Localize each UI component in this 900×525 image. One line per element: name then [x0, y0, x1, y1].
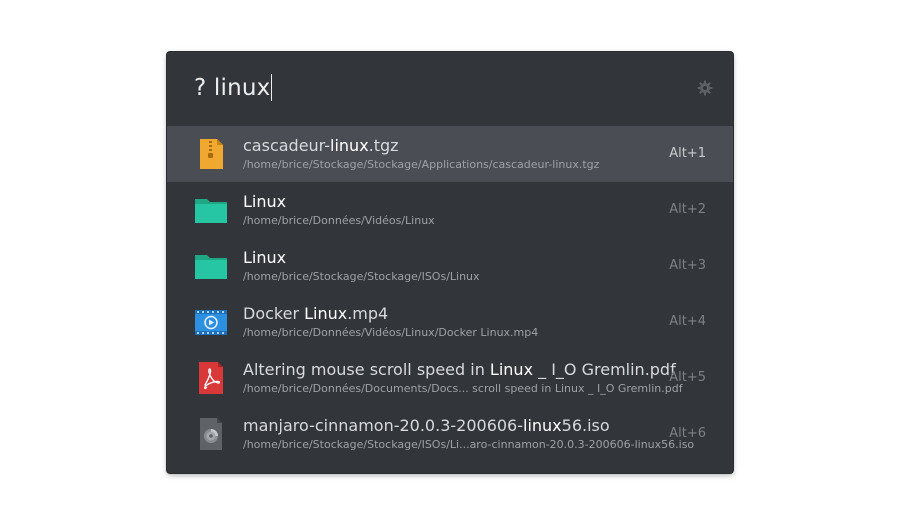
- shortcut-label: Alt+6: [669, 426, 706, 441]
- title-prefix: cascadeur-: [243, 136, 331, 155]
- result-item[interactable]: cascadeur-linux.tgz /home/brice/Stockage…: [167, 126, 733, 182]
- gear-icon[interactable]: [697, 80, 713, 96]
- result-path: /home/brice/Stockage/Stockage/ISOs/Linux: [243, 270, 480, 283]
- search-bar[interactable]: ? linux: [167, 52, 733, 126]
- title-match: linux: [330, 136, 369, 155]
- title-prefix: Altering mouse scroll speed in: [243, 360, 490, 379]
- result-item[interactable]: Linux /home/brice/Stockage/Stockage/ISOs…: [167, 238, 733, 294]
- result-title: Linux: [243, 192, 286, 211]
- title-suffix: .tgz: [368, 136, 399, 155]
- title-match: linux: [523, 416, 562, 435]
- title-match: Linux: [489, 360, 534, 379]
- result-path: /home/brice/Stockage/Stockage/Applicatio…: [243, 158, 600, 171]
- disc-image-icon: [200, 418, 222, 450]
- video-file-icon: [195, 310, 227, 335]
- result-item[interactable]: Linux /home/brice/Données/Vidéos/Linux A…: [167, 182, 733, 238]
- text-caret: [271, 74, 273, 101]
- result-title: manjaro-cinnamon-20.0.3-200606-linux56.i…: [243, 416, 610, 435]
- result-item[interactable]: Altering mouse scroll speed in Linux _ I…: [167, 350, 733, 406]
- title-suffix: 56.iso: [561, 416, 610, 435]
- result-title: cascadeur-linux.tgz: [243, 136, 399, 155]
- search-input[interactable]: ? linux: [194, 74, 273, 101]
- folder-icon: [195, 199, 227, 223]
- archive-icon: [200, 139, 223, 169]
- shortcut-label: Alt+2: [669, 202, 706, 217]
- shortcut-label: Alt+1: [669, 146, 706, 161]
- title-match: Linux: [243, 192, 287, 211]
- pdf-file-icon: [199, 362, 223, 394]
- folder-icon: [195, 255, 227, 279]
- result-title: Linux: [243, 248, 286, 267]
- result-item[interactable]: manjaro-cinnamon-20.0.3-200606-linux56.i…: [167, 406, 733, 462]
- result-title: Docker Linux.mp4: [243, 304, 388, 323]
- title-suffix: .mp4: [347, 304, 389, 323]
- title-suffix: _ I_O Gremlin.pdf: [533, 360, 676, 379]
- title-match: Linux: [243, 248, 287, 267]
- search-query-text: ? linux: [194, 75, 271, 101]
- results-list: cascadeur-linux.tgz /home/brice/Stockage…: [167, 126, 733, 462]
- title-prefix: manjaro-cinnamon-20.0.3-200606-: [243, 416, 523, 435]
- result-path: /home/brice/Données/Vidéos/Linux: [243, 214, 435, 227]
- result-path: /home/brice/Données/Vidéos/Linux/Docker …: [243, 326, 539, 339]
- result-path: /home/brice/Données/Documents/Docs... sc…: [243, 382, 683, 395]
- result-title: Altering mouse scroll speed in Linux _ I…: [243, 360, 676, 379]
- title-prefix: Docker: [243, 304, 305, 323]
- title-match: Linux: [304, 304, 348, 323]
- result-item[interactable]: Docker Linux.mp4 /home/brice/Données/Vid…: [167, 294, 733, 350]
- shortcut-label: Alt+4: [669, 314, 706, 329]
- shortcut-label: Alt+5: [669, 370, 706, 385]
- shortcut-label: Alt+3: [669, 258, 706, 273]
- launcher-window: ? linux cascadeur-linux.tgz /home/brice/…: [167, 52, 733, 473]
- result-path: /home/brice/Stockage/Stockage/ISOs/Li...…: [243, 438, 695, 451]
